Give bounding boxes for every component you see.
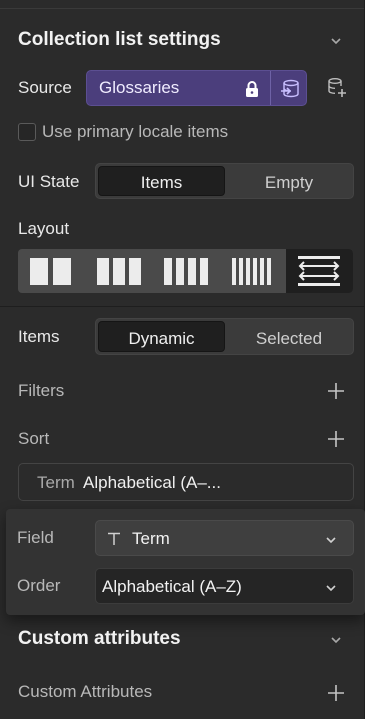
sort-item-field: Term <box>37 473 75 492</box>
layout-option-horizontal-scroll[interactable] <box>286 249 353 293</box>
sort-popover: Field Term Order Alphabetical (A–Z) <box>6 509 365 615</box>
database-link-icon[interactable] <box>279 78 301 100</box>
layout-selector <box>18 249 353 293</box>
layout-option-6-columns[interactable] <box>219 249 286 293</box>
items-label: Items <box>18 327 60 346</box>
order-label: Order <box>17 576 61 595</box>
three-columns-icon <box>97 258 141 285</box>
order-select[interactable]: Alphabetical (A–Z) <box>95 568 354 604</box>
filters-label: Filters <box>18 381 65 400</box>
source-select[interactable]: Glossaries <box>86 70 307 106</box>
text-type-icon <box>108 532 120 545</box>
field-select[interactable]: Term <box>95 520 354 556</box>
use-primary-locale-checkbox[interactable] <box>18 123 36 141</box>
layout-option-4-columns[interactable] <box>152 249 219 293</box>
layout-option-2-columns[interactable] <box>18 249 85 293</box>
custom-attributes-title: Custom attributes <box>18 628 181 649</box>
ui-state-label: UI State <box>18 172 80 191</box>
items-selected-option[interactable]: Selected <box>227 321 351 352</box>
ui-state-empty-option[interactable]: Empty <box>227 166 351 196</box>
two-columns-icon <box>30 258 71 285</box>
sort-item-order: Alphabetical (A–... <box>83 473 221 492</box>
use-primary-locale-label: Use primary locale items <box>42 122 229 141</box>
chevron-down-icon <box>326 537 336 544</box>
layout-option-3-columns[interactable] <box>85 249 152 293</box>
chevron-down-icon[interactable] <box>328 632 344 648</box>
six-columns-icon <box>232 258 271 285</box>
order-value: Alphabetical (A–Z) <box>102 577 242 596</box>
add-filter-plus-icon[interactable] <box>327 382 345 400</box>
field-label: Field <box>17 528 54 547</box>
ui-state-segmented: Items Empty <box>95 163 354 199</box>
chevron-down-icon[interactable] <box>328 33 344 49</box>
custom-attributes-label: Custom Attributes <box>18 682 153 701</box>
sort-label: Sort <box>18 429 50 448</box>
source-value: Glossaries <box>99 78 180 97</box>
ui-state-items-option[interactable]: Items <box>98 166 225 196</box>
database-add-icon[interactable] <box>326 76 348 98</box>
add-custom-attribute-plus-icon[interactable] <box>327 684 345 702</box>
settings-panel: Collection list settings Source Glossari… <box>0 0 365 719</box>
field-value: Term <box>132 529 170 548</box>
collection-list-settings-title: Collection list settings <box>18 29 221 50</box>
items-dynamic-option[interactable]: Dynamic <box>98 321 225 352</box>
layout-label: Layout <box>18 219 70 238</box>
add-sort-plus-icon[interactable] <box>327 430 345 448</box>
source-separator <box>270 71 271 105</box>
source-label: Source <box>18 78 72 97</box>
section-divider <box>0 306 365 307</box>
lock-icon <box>246 81 258 97</box>
chevron-down-icon <box>326 585 336 592</box>
sort-item[interactable]: Term Alphabetical (A–... <box>18 463 354 501</box>
top-divider <box>0 8 365 9</box>
horizontal-scroll-icon <box>298 256 340 286</box>
items-segmented: Dynamic Selected <box>95 318 354 355</box>
four-columns-icon <box>164 258 208 285</box>
